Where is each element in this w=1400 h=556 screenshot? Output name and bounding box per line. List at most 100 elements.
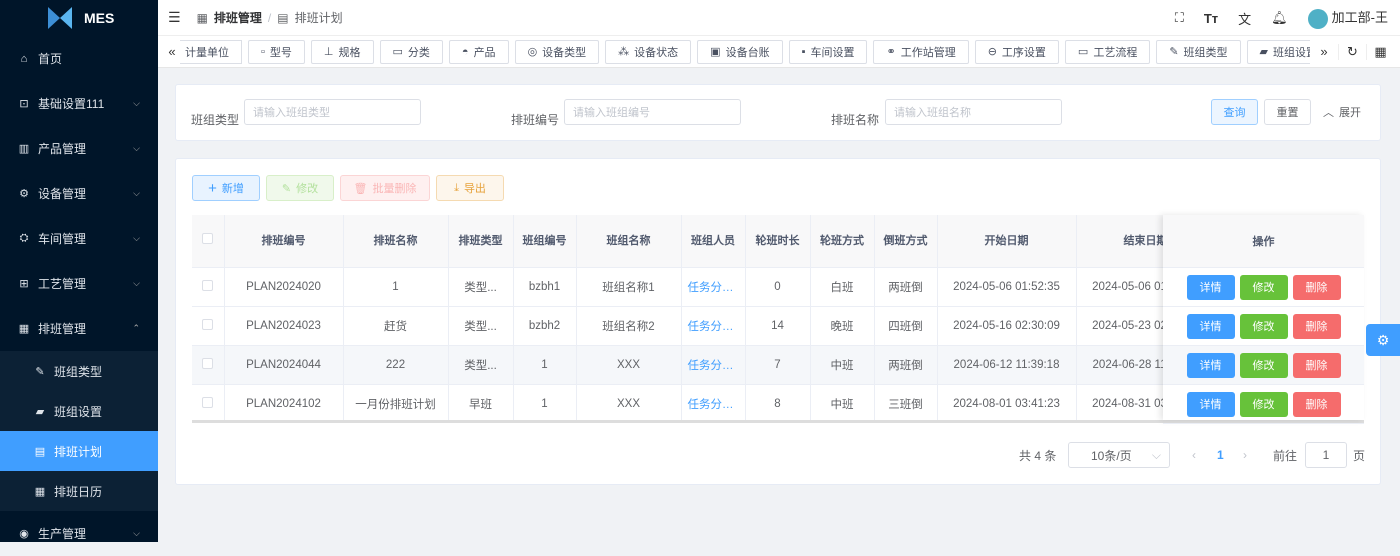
page-number[interactable]: 1 (1217, 442, 1224, 468)
tag-label: 产品 (473, 46, 496, 59)
sidebar-item-label: 生产管理 (38, 527, 87, 541)
tag-tab[interactable]: 计量单位 (180, 39, 242, 64)
tag-icon: ✎ (1169, 46, 1179, 58)
goto-page-input[interactable]: 1 (1305, 442, 1347, 468)
tag-tab[interactable]: ▫ 型号 (248, 39, 305, 64)
sidebar-item[interactable]: ⌂ 首页 (0, 36, 158, 81)
batch-delete-button[interactable]: 🗑︎ 批量删除 (340, 175, 430, 201)
table-cell: 两班倒 (874, 345, 938, 385)
expand-button[interactable]: ︿ 展开 (1318, 99, 1366, 125)
table-cell: 中班 (810, 345, 875, 385)
tag-tab[interactable]: ⊥ 规格 (310, 39, 374, 64)
sidebar-item[interactable]: ⛭ 车间管理 ⌵ (0, 216, 158, 261)
detail-button[interactable]: 详情 (1186, 352, 1235, 378)
breadcrumb-item[interactable]: 排班管理 (214, 9, 262, 26)
team-type-input[interactable]: 请输入班组类型 (244, 99, 421, 125)
tag-tab[interactable]: ▭ 分类 (379, 39, 443, 64)
export-button[interactable]: ⤓ 导出 (436, 175, 504, 201)
sidebar-item[interactable]: ◉ 生产管理 ⌵ (0, 511, 158, 556)
query-button[interactable]: 查询 (1211, 99, 1258, 125)
tag-label: 工序设置 (1001, 46, 1046, 59)
edit-button[interactable]: ✎ 修改 (266, 175, 334, 201)
tag-tab[interactable]: ▰ 班组设置 (1246, 39, 1310, 64)
edit-button[interactable]: 修改 (1239, 391, 1288, 417)
row-checkbox[interactable] (192, 345, 225, 385)
tag-tab[interactable]: ◓ 产品 (448, 39, 509, 64)
table-cell[interactable]: 任务分配... (681, 345, 746, 385)
edit-button[interactable]: 修改 (1239, 274, 1288, 300)
delete-button[interactable]: 删除 (1292, 274, 1341, 300)
tag-label: 分类 (407, 46, 430, 59)
calendar-icon: ▦ (18, 323, 30, 335)
settings-float-button[interactable]: ⚙ (1366, 324, 1400, 356)
chevron-icon: ⌵ (133, 143, 140, 153)
workshop-icon: ⛭ (19, 232, 29, 244)
tag-tab[interactable]: ◎ 设备类型 (514, 39, 600, 64)
edit-button[interactable]: 修改 (1239, 313, 1288, 339)
table-cell: 两班倒 (874, 267, 938, 307)
row-checkbox[interactable] (192, 306, 225, 346)
table-cell: 222 (343, 345, 449, 385)
row-checkbox[interactable] (192, 384, 225, 420)
row-checkbox[interactable] (192, 267, 225, 307)
add-button[interactable]: + 新增 (192, 175, 260, 201)
detail-button[interactable]: 详情 (1186, 274, 1235, 300)
submenu-icon: ▦ (34, 485, 46, 498)
tag-icon: ⚭ (886, 46, 896, 58)
next-page-icon[interactable]: › (1243, 442, 1247, 468)
sidebar-subitem[interactable]: ✎ 班组类型 (0, 351, 158, 391)
delete-button[interactable]: 删除 (1292, 352, 1341, 378)
chevron-icon: ⌵ (133, 188, 140, 198)
sidebar-subitem[interactable]: ▰ 班组设置 (0, 391, 158, 431)
tags-view: « 计量单位 ▫ 型号 ⊥ 规格 ▭ 分类 ◓ 产品 ◎ 设备类型 ⁂ 设备状态 ▣ 设备台账 ▪ 车间设置 ⚭ 工… (158, 36, 1400, 68)
table-cell: bzbh2 (513, 306, 577, 346)
tag-tab[interactable]: ⚭ 工作站管理 (873, 39, 969, 64)
user-menu[interactable]: 加工部-王 (1307, 7, 1388, 29)
select-all-checkbox[interactable] (192, 215, 225, 268)
delete-button[interactable]: 删除 (1292, 313, 1341, 339)
table-cell[interactable]: 任务分配... (681, 306, 746, 346)
detail-button[interactable]: 详情 (1186, 391, 1235, 417)
table-cell[interactable]: 任务分配... (681, 384, 746, 420)
tag-tab[interactable]: ⁂ 设备状态 (605, 39, 692, 64)
table-cell: 类型... (448, 267, 514, 307)
app-title: MES (84, 10, 115, 26)
sidebar-item[interactable]: ⚙ 设备管理 ⌵ (0, 171, 158, 216)
tag-tab[interactable]: ✎ 班组类型 (1156, 39, 1241, 64)
page-size-select[interactable]: 10条/页 ⌵ (1068, 442, 1170, 468)
sidebar-subitem[interactable]: ▤ 排班计划 (0, 431, 158, 471)
tag-tab[interactable]: ▪ 车间设置 (788, 39, 868, 64)
scroll-right-icon[interactable]: » (1310, 44, 1338, 59)
sidebar-item[interactable]: ▥ 产品管理 ⌵ (0, 126, 158, 171)
translate-icon[interactable]: 文 (1238, 9, 1251, 28)
operations-column: 操作 详情 修改 删除 详情 修改 删除 详情 修改 删除 详情 修改 删除 (1163, 215, 1364, 424)
tag-tab[interactable]: ▭ 工艺流程 (1064, 39, 1151, 64)
refresh-icon[interactable]: ↻ (1338, 43, 1366, 60)
tag-icon: ⊥ (323, 46, 334, 58)
fullscreen-icon[interactable]: ⛶ (1175, 10, 1184, 26)
prev-page-icon[interactable]: ‹ (1192, 442, 1196, 468)
sidebar-item-label: 排班日历 (54, 484, 103, 499)
font-size-icon[interactable]: Tт (1204, 11, 1218, 26)
sidebar-subitem[interactable]: ▦ 排班日历 (0, 471, 158, 511)
edit-button[interactable]: 修改 (1239, 352, 1288, 378)
plan-code-input[interactable]: 请输入班组编号 (564, 99, 741, 125)
delete-button[interactable]: 删除 (1292, 391, 1341, 417)
table-cell: 1 (513, 345, 577, 385)
sidebar-item[interactable]: ⊡ 基础设置111 ⌵ (0, 81, 158, 126)
grid-icon[interactable]: ▦ (1366, 43, 1394, 60)
tag-tab[interactable]: ▣ 设备台账 (697, 39, 783, 64)
sidebar-item[interactable]: ⊞ 工艺管理 ⌵ (0, 261, 158, 306)
table-cell[interactable]: 任务分配... (681, 267, 746, 307)
detail-button[interactable]: 详情 (1186, 313, 1235, 339)
page-suffix: 页 (1353, 448, 1366, 463)
tag-tab[interactable]: ⊖ 工序设置 (974, 39, 1059, 64)
hamburger-icon[interactable]: ☰ (168, 9, 181, 26)
sidebar-item-label: 设备管理 (38, 187, 87, 201)
home-icon: ⌂ (20, 52, 28, 65)
table-cell: 0 (745, 267, 811, 307)
plan-name-input[interactable]: 请输入班组名称 (885, 99, 1062, 125)
sidebar-item[interactable]: ▦ 排班管理 ⌃ (0, 306, 158, 351)
bell-icon[interactable]: 🔔︎ (1271, 10, 1288, 26)
reset-button[interactable]: 重置 (1264, 99, 1311, 125)
